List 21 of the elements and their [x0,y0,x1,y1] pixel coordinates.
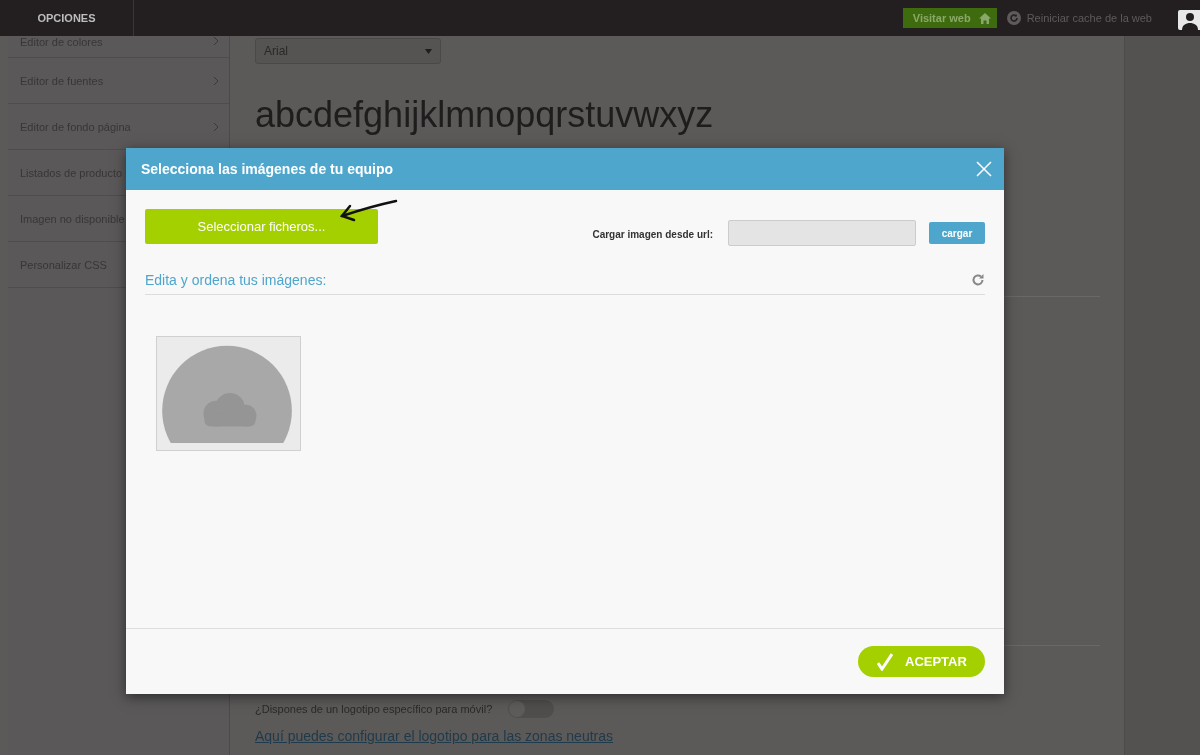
toggle-switch[interactable] [508,700,555,718]
load-button[interactable]: cargar [929,222,985,244]
refresh-icon[interactable] [971,273,985,287]
neutral-zone-link[interactable]: Aquí puedes configurar el logotipo para las zonas neutras [255,728,1100,744]
home-icon [978,12,991,24]
refresh-icon [1006,11,1021,25]
dropdown-caret-icon [425,48,432,54]
chevron-right-icon [213,36,219,46]
visit-web-button[interactable]: Visitar web [902,8,997,28]
close-icon[interactable] [976,161,992,177]
chevron-right-icon [213,75,219,86]
accept-button[interactable]: ACEPTAR [858,646,985,677]
logo-placeholder-thumbnail[interactable] [156,336,301,451]
chevron-right-icon [213,121,219,132]
hand-drawn-arrow-icon [338,198,398,224]
url-input-field[interactable] [728,220,916,246]
url-label: Cargar imagen desde url: [592,229,713,240]
user-icon[interactable] [1178,10,1200,30]
checkmark-icon [877,652,893,671]
font-sample-text: abcdefghijklmnopqrstuvwxyz [255,94,715,136]
select-files-button[interactable]: Seleccionar ficheros... [145,209,378,244]
